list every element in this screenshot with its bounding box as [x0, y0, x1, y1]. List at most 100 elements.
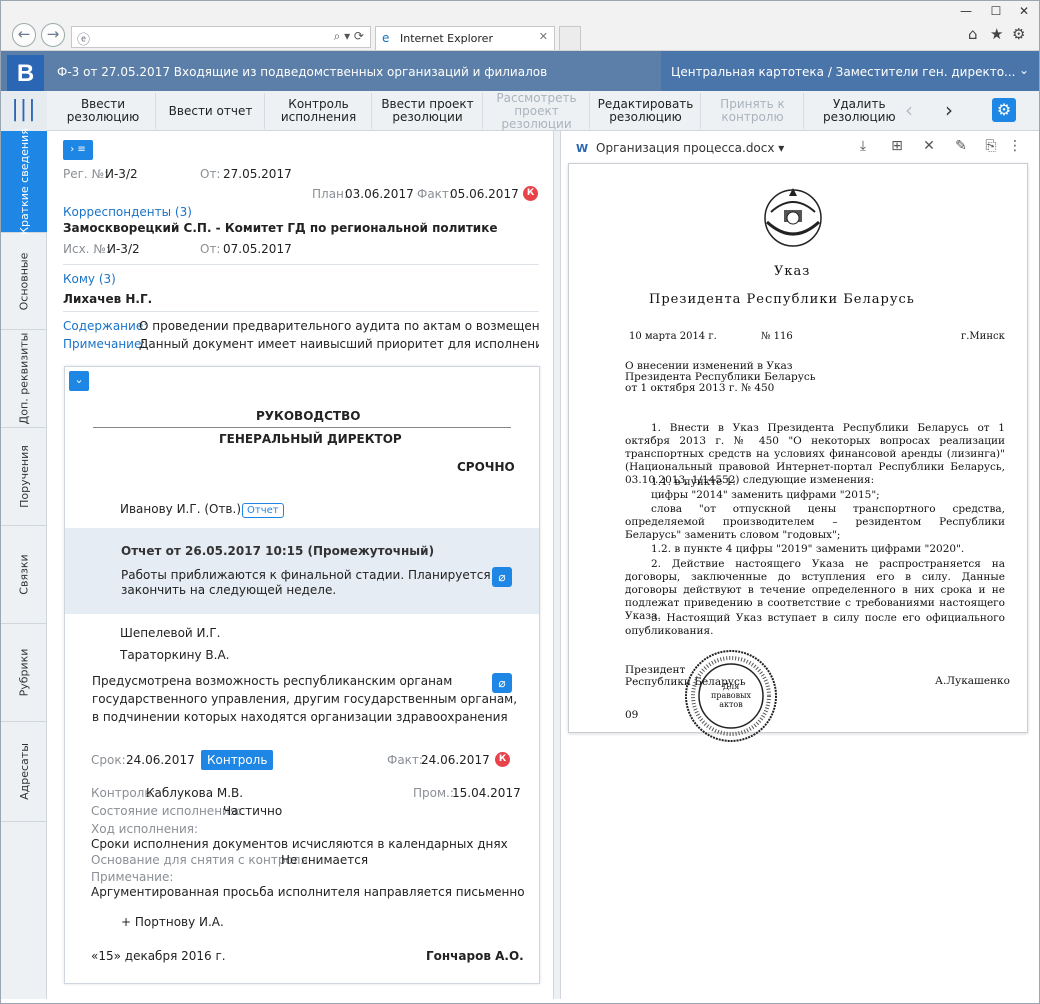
attachment-icon[interactable]: ⌀: [492, 567, 512, 587]
accept-to-control-button[interactable]: Принять к контролю: [702, 93, 804, 129]
term-value: 24.06.2017: [126, 753, 195, 767]
execution-control-button[interactable]: Контроль исполнения: [266, 93, 372, 129]
to-value: Лихачев Н.Г.: [63, 292, 153, 306]
document-page: Указ Президента Республики Беларусь 10 м…: [568, 163, 1028, 742]
control-k-badge: К: [495, 752, 510, 767]
fact-label: Факт:: [387, 753, 423, 767]
forward-icon[interactable]: →: [41, 23, 65, 47]
fact-value: 05.06.2017: [450, 187, 519, 201]
removal-value: Не снимается: [281, 853, 369, 867]
state-value: Частично: [223, 804, 283, 818]
tab-links[interactable]: Связки: [1, 526, 47, 624]
out-from-label: От:: [200, 242, 221, 256]
favorites-icon[interactable]: ★: [990, 25, 1003, 43]
back-icon[interactable]: ←: [12, 23, 36, 47]
edit-resolution-button[interactable]: Редактировать резолюцию: [591, 93, 701, 129]
correspondents-link[interactable]: Корреспонденты (3): [63, 205, 192, 219]
signer-name: Гончаров А.О.: [426, 949, 524, 963]
tab-title: Internet Explorer: [400, 32, 493, 45]
enter-draft-resolution-button[interactable]: Ввести проект резолюции: [373, 93, 483, 129]
note-value: Аргументированная просьба исполнителя на…: [91, 885, 525, 899]
ie-icon: e: [382, 31, 390, 45]
state-label: Состояние исполнения:: [91, 804, 242, 818]
context-selector[interactable]: Центральная картотека / Заместители ген.…: [661, 51, 1039, 91]
expand-toggle-icon[interactable]: › ≡: [63, 140, 93, 160]
report-pill[interactable]: Отчет: [242, 503, 284, 518]
address-bar[interactable]: ⓔ ⌕ ▾ ⟳: [71, 26, 371, 48]
divider: [63, 264, 539, 265]
word-file-icon: W: [576, 142, 589, 155]
executor-name: Иванову И.Г. (Отв.): [120, 502, 242, 516]
tab-main[interactable]: Основные: [1, 233, 47, 330]
control-button[interactable]: Контроль: [201, 750, 274, 770]
doc-title: Президента Республики Беларусь: [649, 292, 915, 307]
enter-report-button[interactable]: Ввести отчет: [157, 93, 265, 129]
menu-icon[interactable]: |||: [1, 91, 47, 131]
doc-paragraph: слова "от отпускной цены транспортного с…: [625, 503, 1005, 541]
minimize-button[interactable]: —: [951, 1, 981, 21]
review-draft-resolution-button[interactable]: Рассмотреть проект резолюции: [484, 91, 590, 130]
resolution-heading: РУКОВОДСТВО: [256, 409, 361, 423]
search-icon[interactable]: ⌕ ▾ ⟳: [334, 29, 364, 44]
collapse-chevron-icon[interactable]: ⌄: [69, 371, 89, 391]
chevron-right-icon[interactable]: ›: [929, 91, 969, 131]
edit-file-icon[interactable]: ✎: [951, 138, 971, 158]
tab-addressees[interactable]: Адресаты: [1, 722, 47, 822]
doc-paragraph: 1.2. в пункте 4 цифры "2019" заменить ци…: [651, 543, 965, 555]
chevron-left-icon[interactable]: ‹: [889, 91, 929, 131]
new-tab-button[interactable]: [559, 26, 581, 50]
progress-value: Сроки исполнения документов исчисляются …: [91, 837, 508, 851]
resolution-text: в подчинении которых находятся организац…: [92, 710, 508, 724]
from-label: От:: [200, 167, 221, 181]
doc-subject: от 1 октября 2013 г. № 450: [625, 382, 775, 394]
fact-label: Факт:: [417, 187, 453, 201]
out-value: И-3/2: [107, 242, 140, 256]
download-icon[interactable]: ⤓: [853, 138, 873, 158]
delete-file-icon[interactable]: ✕: [919, 138, 939, 158]
settings-gear-icon[interactable]: ⚙: [992, 98, 1016, 122]
add-file-icon[interactable]: ⊞: [887, 138, 907, 158]
delete-resolution-button[interactable]: Удалить резолюцию: [805, 93, 896, 129]
enter-resolution-button[interactable]: Ввести резолюцию: [51, 93, 156, 129]
tab-rubrics[interactable]: Рубрики: [1, 624, 47, 722]
browser-tab[interactable]: e Internet Explorer ✕: [375, 26, 555, 50]
file-selector[interactable]: Организация процесса.docx ▾: [596, 141, 784, 155]
progress-label: Ход исполнения:: [91, 822, 199, 836]
content-value: О проведении предварительного аудита по …: [139, 319, 539, 333]
note-label: Примечание:: [91, 870, 174, 884]
correspondent-value: Замоскворецкий С.П. - Комитет ГД по реги…: [63, 221, 498, 235]
tab-assignments[interactable]: Поручения: [1, 428, 47, 526]
attachment-icon[interactable]: ⌀: [492, 673, 512, 693]
content-label: Содержание:: [63, 319, 148, 333]
close-tab-icon[interactable]: ✕: [539, 30, 548, 43]
close-window-button[interactable]: ✕: [1009, 1, 1039, 21]
doc-footer: 09: [625, 709, 639, 721]
doc-date: 10 марта 2014 г.: [629, 331, 717, 342]
maximize-button[interactable]: ☐: [981, 1, 1011, 21]
tab-extra-details[interactable]: Доп. реквизиты: [1, 330, 47, 428]
panel-splitter[interactable]: [553, 131, 561, 999]
stamp-text: Для правовых актов: [711, 682, 751, 709]
report-title: Отчет от 26.05.2017 10:15 (Промежуточный…: [121, 544, 435, 558]
resolution-text: государственного управления, другим госу…: [92, 692, 518, 706]
removal-label: Основание для снятия с контроля:: [91, 853, 312, 867]
urgency-label: СРОЧНО: [457, 460, 515, 474]
note-value: Данный документ имеет наивысший приорите…: [139, 337, 539, 351]
divider: [63, 311, 539, 312]
resolution-text: Предусмотрена возможность республикански…: [92, 674, 453, 688]
co-executor-name: Шепелевой И.Г.: [120, 626, 221, 640]
compare-icon[interactable]: ⎘: [981, 138, 1001, 158]
tab-brief-info[interactable]: Краткие сведения: [1, 128, 47, 235]
additional-executor: + Портнову И.А.: [121, 915, 224, 929]
co-executor-name: Тараторкину В.А.: [120, 648, 230, 662]
tools-icon[interactable]: ⚙: [1012, 25, 1025, 43]
doc-paragraph: 1.1. в пункте 1:: [651, 476, 736, 488]
home-icon[interactable]: ⌂: [968, 25, 978, 43]
side-tabs: Краткие сведения Основные Доп. реквизиты…: [1, 128, 47, 999]
more-icon[interactable]: ⋮: [1005, 138, 1025, 158]
context-label: Центральная картотека / Заместители ген.…: [671, 65, 1016, 79]
divider: [93, 427, 511, 428]
out-label: Исх. №:: [63, 242, 110, 256]
to-link[interactable]: Кому (3): [63, 272, 116, 286]
app-logo: B: [7, 55, 44, 92]
